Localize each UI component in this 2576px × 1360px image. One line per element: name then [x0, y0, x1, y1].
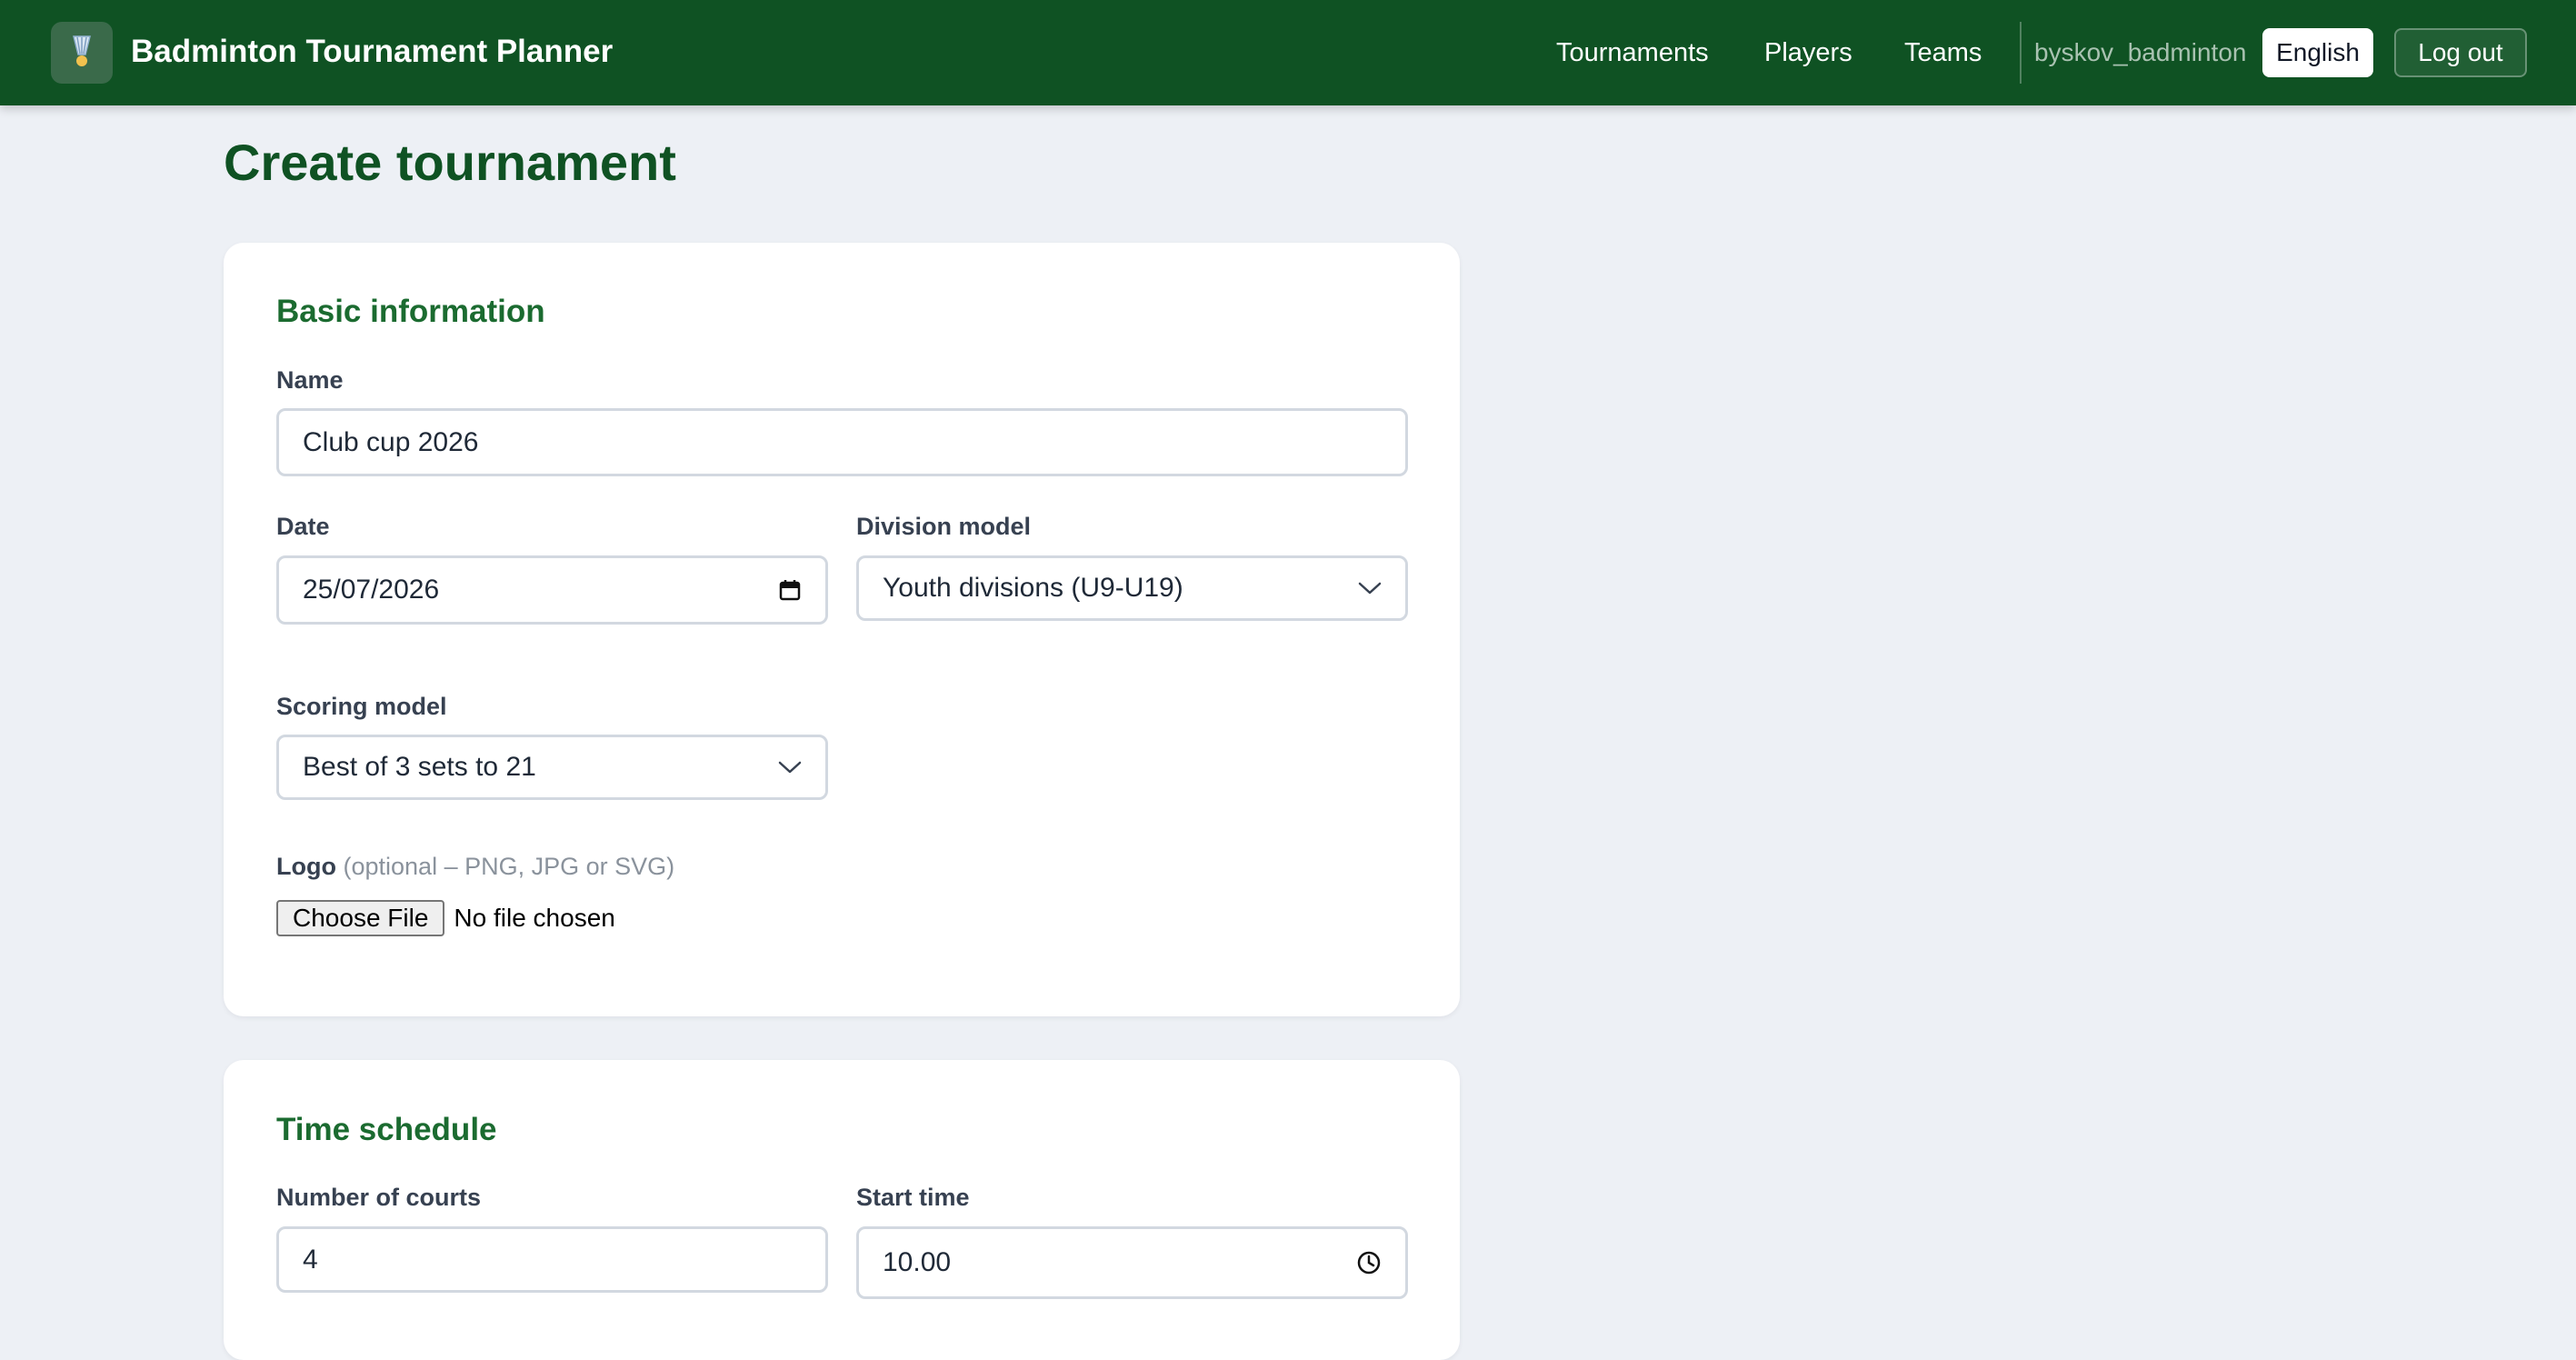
app-logo[interactable] — [51, 22, 113, 84]
start-time-value: 10.00 — [883, 1247, 952, 1277]
courts-input[interactable]: 4 — [276, 1226, 828, 1293]
logo-label: Logo (optional – PNG, JPG or SVG) — [276, 850, 674, 883]
scoring-model-select[interactable]: Best of 3 sets to 21 — [276, 735, 828, 800]
name-input[interactable]: Club cup 2026 — [276, 408, 1408, 476]
file-status-text: No file chosen — [454, 904, 615, 932]
courts-input-value: 4 — [303, 1244, 318, 1275]
name-input-value: Club cup 2026 — [303, 426, 479, 457]
time-schedule-heading: Time schedule — [276, 1112, 497, 1147]
basic-information-card: Basic information Name Club cup 2026 Dat… — [224, 243, 1460, 1016]
date-input[interactable]: 25/07/2026 — [276, 555, 828, 625]
basic-information-heading: Basic information — [276, 294, 545, 329]
logo-label-text: Logo — [276, 853, 336, 880]
chevron-down-icon — [778, 760, 802, 775]
date-input-value: 25/07/2026 — [303, 575, 440, 605]
start-time-label: Start time — [856, 1184, 970, 1211]
logo-hint: (optional – PNG, JPG or SVG) — [343, 853, 675, 880]
current-username: byskov_badminton — [2034, 38, 2247, 66]
scoring-model-value: Best of 3 sets to 21 — [303, 752, 536, 782]
division-model-select[interactable]: Youth divisions (U9-U19) — [856, 555, 1408, 621]
date-label: Date — [276, 513, 330, 540]
chevron-down-icon — [1358, 581, 1382, 595]
choose-file-button[interactable]: Choose File — [276, 900, 445, 936]
scoring-model-label: Scoring model — [276, 693, 447, 720]
clock-icon[interactable] — [1356, 1250, 1382, 1275]
shuttlecock-icon — [66, 33, 97, 74]
nav-divider — [2020, 22, 2022, 84]
start-time-input[interactable]: 10.00 — [856, 1226, 1408, 1299]
calendar-icon[interactable] — [778, 578, 802, 602]
time-schedule-card: Time schedule Number of courts 4 Start t… — [224, 1060, 1460, 1360]
logo-file-input[interactable]: Choose File No file chosen — [276, 900, 615, 936]
page-title: Create tournament — [224, 134, 676, 191]
name-label: Name — [276, 366, 344, 394]
top-navbar: Badminton Tournament Planner Tournaments… — [0, 0, 2576, 105]
courts-label: Number of courts — [276, 1184, 482, 1211]
language-button[interactable]: English — [2262, 28, 2373, 77]
nav-teams[interactable]: Teams — [1904, 33, 1982, 73]
nav-players[interactable]: Players — [1764, 33, 1852, 73]
division-model-value: Youth divisions (U9-U19) — [883, 573, 1183, 603]
division-model-label: Division model — [856, 513, 1032, 540]
app-title[interactable]: Badminton Tournament Planner — [131, 31, 613, 73]
logout-button[interactable]: Log out — [2394, 28, 2527, 77]
nav-tournaments[interactable]: Tournaments — [1556, 33, 1709, 73]
